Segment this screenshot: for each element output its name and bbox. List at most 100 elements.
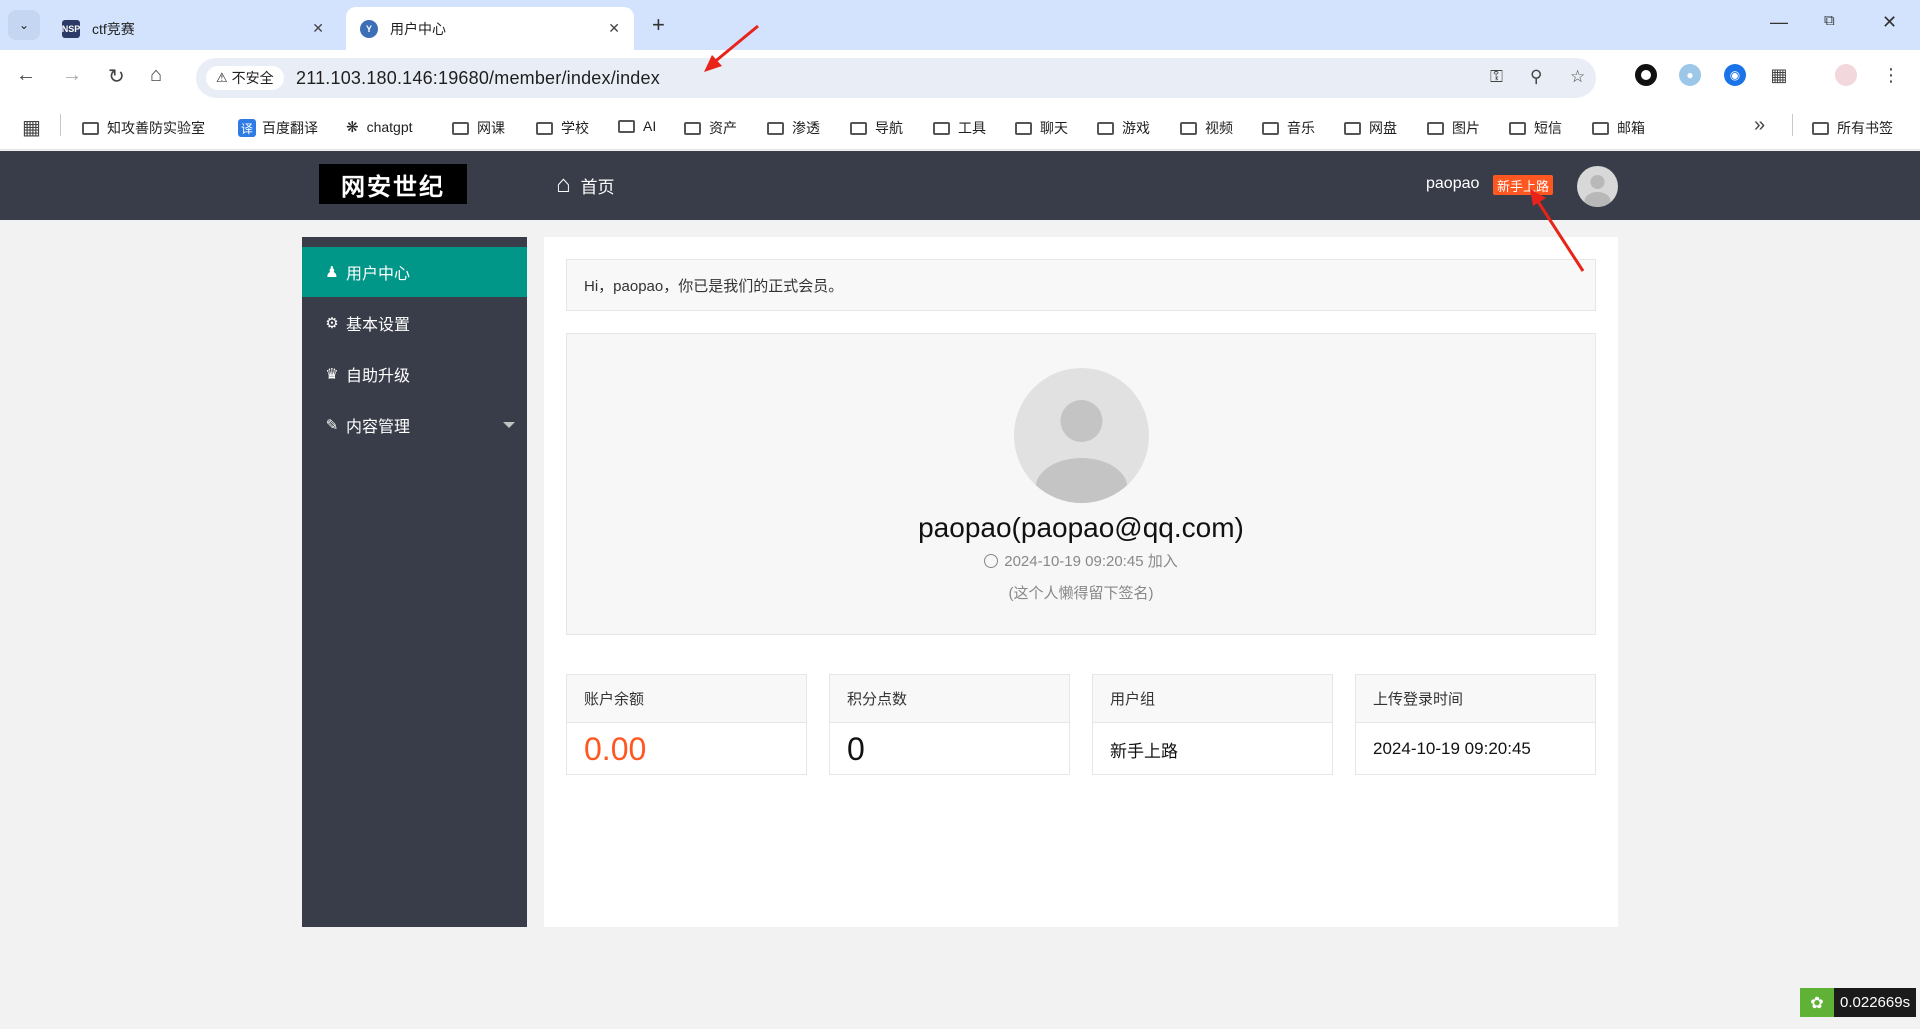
close-icon[interactable]: ✕ — [312, 20, 324, 37]
zoom-icon[interactable]: ⚲ — [1530, 67, 1542, 87]
bookmark-label: 导航 — [875, 120, 903, 136]
bookmark-item[interactable]: 学校 — [536, 118, 589, 138]
browser-tab-strip: ⌄ NSP ctf竞赛 ✕ Y 用户中心 ✕ + — ⧉ ✕ — [0, 0, 1920, 50]
folder-icon — [618, 119, 635, 133]
folder-icon — [1509, 121, 1526, 135]
stat-card-balance: 账户余额 0.00 — [566, 674, 807, 775]
folder-icon — [1344, 121, 1361, 135]
settings-icon: ⚙ — [325, 315, 339, 332]
extension-circle-icon[interactable] — [1635, 64, 1657, 86]
bookmark-item[interactable]: 短信 — [1509, 118, 1562, 138]
home-icon[interactable]: ⌂ — [150, 64, 162, 87]
browser-tab-ctf[interactable]: NSP ctf竞赛 ✕ — [48, 7, 338, 50]
new-tab-icon[interactable]: + — [652, 12, 665, 38]
folder-icon — [1180, 121, 1197, 135]
bookmark-item[interactable]: 资产 — [684, 118, 737, 138]
bookmark-item[interactable]: 译百度翻译 — [238, 118, 318, 138]
forward-icon[interactable]: → — [62, 64, 82, 87]
stat-label: 积分点数 — [830, 675, 1069, 723]
bookmark-label: 短信 — [1534, 120, 1562, 136]
avatar-placeholder-icon — [1584, 175, 1611, 207]
sidebar-item-content-management[interactable]: ✎ 内容管理 — [302, 400, 527, 450]
sidebar-item-basic-settings[interactable]: ⚙ 基本设置 — [302, 298, 527, 348]
bookmark-item[interactable]: AI — [618, 118, 656, 134]
tab-search-button[interactable]: ⌄ — [8, 10, 40, 40]
folder-icon — [1812, 121, 1829, 135]
reload-icon[interactable]: ↻ — [108, 64, 125, 89]
browser-tab-user-center[interactable]: Y 用户中心 ✕ — [346, 7, 634, 50]
warning-icon: ⚠ — [216, 70, 228, 85]
security-indicator[interactable]: ⚠ 不安全 — [206, 66, 284, 90]
stat-value: 0 — [847, 730, 865, 767]
restore-icon[interactable]: ⧉ — [1824, 12, 1835, 29]
header-username[interactable]: paopao — [1426, 175, 1479, 193]
avatar-placeholder-icon — [1035, 400, 1128, 503]
bookmark-separator — [1792, 114, 1793, 136]
bookmark-label: 工具 — [958, 120, 986, 136]
bookmarks-overflow-icon[interactable]: » — [1754, 114, 1765, 137]
stat-value: 新手上路 — [1110, 741, 1178, 761]
tab-title: ctf竞赛 — [92, 20, 135, 37]
stat-card-last-login: 上传登录时间 2024-10-19 09:20:45 — [1355, 674, 1596, 775]
bookmark-label: 学校 — [561, 120, 589, 136]
member-sidebar: ♟ 用户中心 ⚙ 基本设置 ♛ 自助升级 ✎ 内容管理 — [302, 237, 527, 927]
bookmark-label: 音乐 — [1287, 120, 1315, 136]
bookmark-label: 资产 — [709, 120, 737, 136]
bookmark-item[interactable]: 网盘 — [1344, 118, 1397, 138]
sidebar-item-label: 内容管理 — [346, 419, 411, 436]
profile-avatar-icon[interactable] — [1835, 64, 1857, 86]
bookmark-item[interactable]: 渗透 — [767, 118, 820, 138]
bookmark-item[interactable]: ❋ chatgpt — [346, 118, 413, 136]
stat-card-user-group: 用户组 新手上路 — [1092, 674, 1333, 775]
bookmark-item[interactable]: 工具 — [933, 118, 986, 138]
bookmark-item[interactable]: 图片 — [1427, 118, 1480, 138]
profile-card: paopao(paopao@qq.com) 2024-10-19 09:20:4… — [566, 333, 1596, 635]
tab-title: 用户中心 — [390, 20, 446, 37]
apps-grid-icon[interactable]: ▦ — [22, 115, 41, 140]
bookmark-item[interactable]: 邮箱 — [1592, 118, 1645, 138]
puzzle-icon[interactable]: ▦ — [1768, 64, 1790, 86]
url-text[interactable]: 211.103.180.146:19680/member/index/index — [296, 68, 660, 89]
user-icon: ♟ — [325, 264, 339, 281]
user-level-badge: 新手上路 — [1493, 175, 1554, 195]
home-nav-link[interactable]: ⌂ 首页 — [556, 171, 615, 199]
stat-label: 账户余额 — [567, 675, 806, 723]
window-close-icon[interactable]: ✕ — [1882, 12, 1897, 33]
bookmark-item[interactable]: 聊天 — [1015, 118, 1068, 138]
member-main-panel: Hi，paopao，你已是我们的正式会员。 paopao(paopao@qq.c… — [544, 237, 1618, 927]
bookmark-item[interactable]: 游戏 — [1097, 118, 1150, 138]
bookmark-label: chatgpt — [366, 119, 413, 135]
bookmark-item[interactable]: 知攻善防实验室 — [82, 118, 205, 138]
stat-card-points: 积分点数 0 — [829, 674, 1070, 775]
star-icon[interactable]: ☆ — [1570, 67, 1585, 87]
bookmark-item[interactable]: 视频 — [1180, 118, 1233, 138]
address-bar[interactable]: ⚠ 不安全 211.103.180.146:19680/member/index… — [196, 58, 1596, 98]
bookmark-item[interactable]: 音乐 — [1262, 118, 1315, 138]
bookmark-label: 网盘 — [1369, 120, 1397, 136]
key-icon[interactable]: ⚿ — [1490, 67, 1503, 87]
header-avatar[interactable] — [1577, 166, 1618, 207]
chevron-down-icon: ⌄ — [18, 18, 30, 32]
minimize-icon[interactable]: — — [1770, 12, 1788, 33]
profile-avatar[interactable] — [1014, 368, 1149, 503]
folder-icon — [1427, 121, 1444, 135]
clock-icon — [984, 554, 999, 568]
bookmark-item[interactable]: 导航 — [850, 118, 903, 138]
close-icon[interactable]: ✕ — [608, 20, 620, 37]
all-bookmarks[interactable]: 所有书签 — [1812, 118, 1893, 138]
site-logo[interactable]: 网安世纪 — [319, 164, 467, 204]
extension-badge-icon[interactable]: ● — [1679, 64, 1701, 86]
sidebar-item-label: 用户中心 — [346, 266, 411, 283]
folder-icon — [684, 121, 701, 135]
back-icon[interactable]: ← — [16, 64, 36, 87]
sidebar-item-self-upgrade[interactable]: ♛ 自助升级 — [302, 349, 527, 399]
joined-time: 2024-10-19 09:20:45 — [1004, 553, 1144, 570]
sidebar-item-user-center[interactable]: ♟ 用户中心 — [302, 247, 527, 297]
location-pin-icon[interactable]: ◉ — [1724, 64, 1746, 86]
bookmark-label: 游戏 — [1122, 120, 1150, 136]
bookmark-label: 所有书签 — [1837, 120, 1893, 136]
more-menu-icon[interactable]: ⋮ — [1880, 64, 1902, 86]
security-label: 不安全 — [231, 70, 274, 86]
folder-icon — [850, 121, 867, 135]
bookmark-item[interactable]: 网课 — [452, 118, 505, 138]
